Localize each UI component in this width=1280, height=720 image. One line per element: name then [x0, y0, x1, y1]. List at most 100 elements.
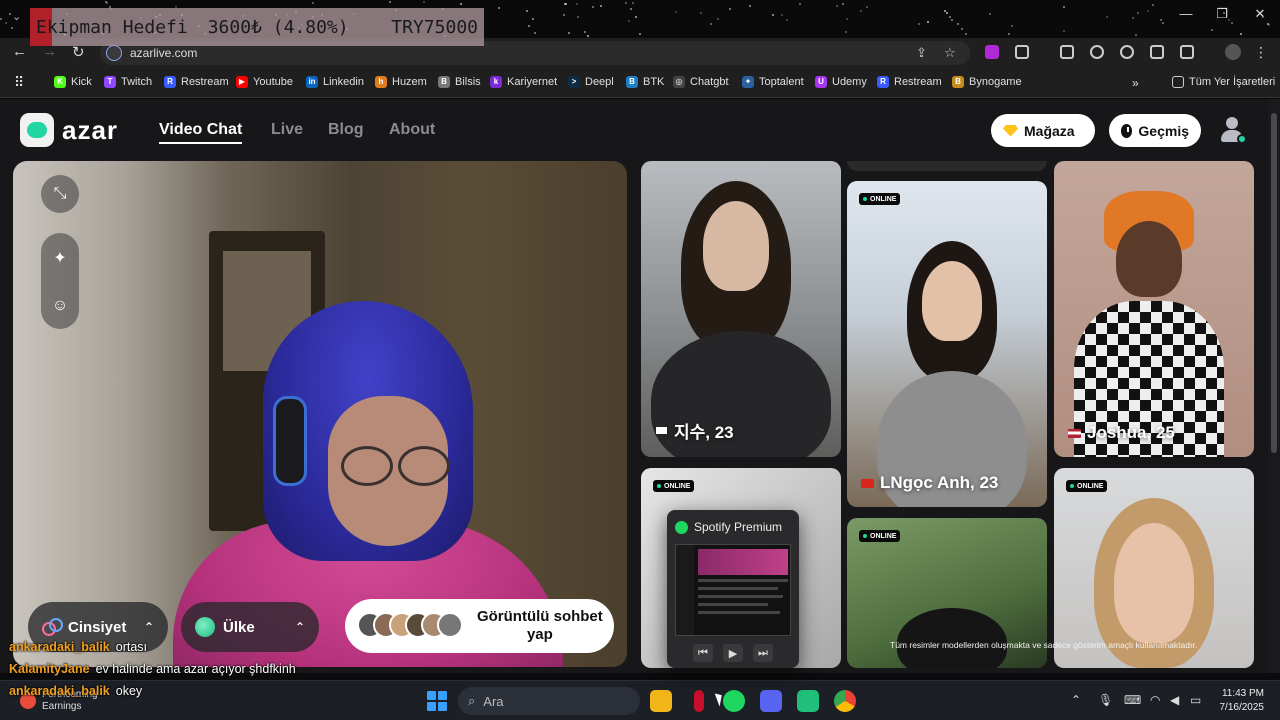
azar-logo[interactable]: azar — [20, 113, 118, 147]
start-windows-icon[interactable] — [427, 691, 447, 711]
star-decoration — [1137, 12, 1140, 15]
close-icon[interactable]: ✕ — [1245, 6, 1275, 22]
bookmark-star-icon[interactable]: ☆ — [944, 45, 956, 61]
bookmark-twitch[interactable]: T Twitch — [104, 76, 152, 88]
next-track-icon[interactable]: ⏭ — [753, 644, 773, 662]
sparkle-effects-icon[interactable]: ✦ — [53, 248, 66, 268]
bookmark-label: Huzem — [392, 76, 427, 88]
nav-blog[interactable]: Blog — [328, 121, 364, 139]
volume-icon[interactable]: ◀ — [1170, 693, 1179, 707]
battery-icon[interactable]: ▭ — [1190, 693, 1201, 707]
microphone-icon[interactable]: 🎙 — [1098, 693, 1113, 707]
app-green-icon[interactable] — [797, 690, 819, 712]
stream-chat-overlay: ankaradaki_balik ortası KalamityJane ev ha… — [9, 640, 296, 706]
star-decoration — [562, 13, 565, 16]
star-decoration — [956, 23, 959, 26]
extension-icon[interactable] — [985, 45, 999, 59]
minimize-video-button[interactable]: ⤡ — [41, 175, 79, 213]
history-button[interactable]: Geçmiş — [1109, 114, 1201, 147]
bookmark-label: Toptalent — [759, 76, 804, 88]
nav-about[interactable]: About — [389, 121, 435, 139]
url-text[interactable]: azarlive.com — [130, 46, 197, 60]
nav-video-chat[interactable]: Video Chat — [159, 121, 243, 144]
sidepanel-icon[interactable] — [1180, 45, 1194, 59]
bookmark-youtube[interactable]: ▶ Youtube — [236, 76, 293, 88]
gallery-card[interactable]: Joshua, 25 — [1054, 161, 1254, 457]
bookmark-bynogame[interactable]: B Bynogame — [952, 76, 1022, 88]
keyboard-icon[interactable]: ⌨ — [1124, 693, 1141, 707]
spotify-taskbar-icon[interactable] — [723, 690, 745, 712]
bookmark-restream[interactable]: R Restream — [164, 76, 229, 88]
system-clock[interactable]: 11:43 PM 7/16/2025 — [1212, 687, 1265, 715]
play-icon[interactable]: ▶ — [723, 644, 743, 662]
bookmark-toptalent[interactable]: ✦ Toptalent — [742, 76, 804, 88]
apps-grid-icon[interactable]: ⠿ — [14, 74, 24, 91]
star-decoration — [533, 32, 536, 35]
discord-icon[interactable] — [760, 690, 782, 712]
bookmark-bilsis[interactable]: B Bilsis — [438, 76, 481, 88]
history-icon[interactable] — [1090, 45, 1104, 59]
face-sticker-icon[interactable]: ☺ — [52, 297, 68, 315]
more-bookmarks-icon[interactable]: » — [1132, 76, 1139, 90]
star-decoration — [728, 7, 731, 10]
start-video-chat-label: Görüntülü sohbet yap — [476, 608, 603, 643]
site-info-icon[interactable] — [106, 45, 122, 61]
trash-icon[interactable] — [1060, 45, 1074, 59]
user-avatar-icon[interactable] — [1218, 116, 1247, 144]
bookmark-udemy[interactable]: U Udemy — [815, 76, 867, 88]
previous-track-icon[interactable]: ⏮ — [693, 644, 713, 662]
nav-live[interactable]: Live — [271, 121, 303, 139]
page-scrollbar[interactable] — [1268, 99, 1280, 673]
chrome-icon[interactable] — [834, 690, 856, 712]
bookmark-kick[interactable]: K Kick — [54, 76, 92, 88]
online-badge: ONLINE — [859, 530, 901, 542]
star-decoration — [1222, 11, 1225, 14]
back-icon[interactable]: ← — [12, 43, 27, 60]
star-decoration — [563, 2, 566, 5]
menu-icon[interactable]: ⋮ — [1254, 44, 1268, 61]
star-decoration — [1131, 16, 1134, 19]
tab-search-icon[interactable]: ⌄ — [12, 10, 21, 23]
bookmark-btk[interactable]: B BTK — [626, 76, 664, 88]
key-icon[interactable] — [1120, 45, 1134, 59]
cast-icon[interactable]: ⇪ — [916, 45, 927, 61]
file-explorer-icon[interactable] — [650, 690, 672, 712]
bookmark-restream[interactable]: R Restream — [877, 76, 942, 88]
bookmark-huzem[interactable]: h Huzem — [375, 76, 427, 88]
star-decoration — [710, 23, 713, 26]
gallery-card[interactable]: 지수, 23 — [641, 161, 841, 457]
video-effects-toolbar: ✦ ☺ — [41, 233, 79, 329]
bookmark-deepl[interactable]: > Deepl — [568, 76, 614, 88]
app-red-icon[interactable] — [694, 690, 704, 712]
maximize-icon[interactable]: ❐ — [1207, 6, 1237, 22]
tray-overflow-icon[interactable]: ⌃ — [1071, 693, 1081, 707]
bookmark-label: Youtube — [253, 76, 293, 88]
star-decoration — [592, 5, 595, 8]
spotify-taskbar-preview[interactable]: Spotify Premium ⏮ ▶ ⏭ — [667, 510, 799, 668]
donation-goal-overlay: Ekipman Hedefi 3600₺ (4.80%) TRY75000 — [30, 8, 484, 46]
minimize-icon[interactable]: — — [1171, 6, 1201, 21]
star-decoration — [1161, 21, 1164, 24]
translate-icon[interactable] — [1150, 45, 1164, 59]
taskbar-search[interactable]: ⌕ Ara — [458, 687, 640, 715]
shop-button[interactable]: Mağaza — [991, 114, 1095, 147]
bookmark-favicon-icon: B — [626, 76, 638, 88]
gallery-card[interactable]: ONLINE — [1054, 468, 1254, 668]
wifi-icon[interactable]: ◠ — [1150, 693, 1160, 707]
search-icon: ⌕ — [468, 693, 476, 708]
bookmark-kariyernet[interactable]: k Kariyernet — [490, 76, 557, 88]
gallery-card[interactable]: ONLINE LNgọc Anh, 23 — [847, 181, 1047, 507]
star-decoration — [525, 10, 528, 13]
bookmark-favicon-icon: > — [568, 76, 580, 88]
extensions-puzzle-icon[interactable] — [1015, 45, 1029, 59]
bookmark-chatgbt[interactable]: ◎ Chatgbt — [673, 76, 729, 88]
bookmark-linkedin[interactable]: in Linkedin — [306, 76, 364, 88]
spotify-window-thumbnail — [675, 544, 791, 636]
star-decoration — [1230, 21, 1233, 24]
shop-button-label: Mağaza — [1024, 122, 1075, 139]
profile-avatar-icon[interactable] — [1225, 44, 1241, 60]
start-video-chat-button[interactable]: Görüntülü sohbet yap — [345, 599, 614, 653]
star-decoration — [835, 4, 838, 7]
star-decoration — [527, 24, 530, 27]
all-bookmarks[interactable]: Tüm Yer İşaretleri — [1172, 76, 1275, 88]
